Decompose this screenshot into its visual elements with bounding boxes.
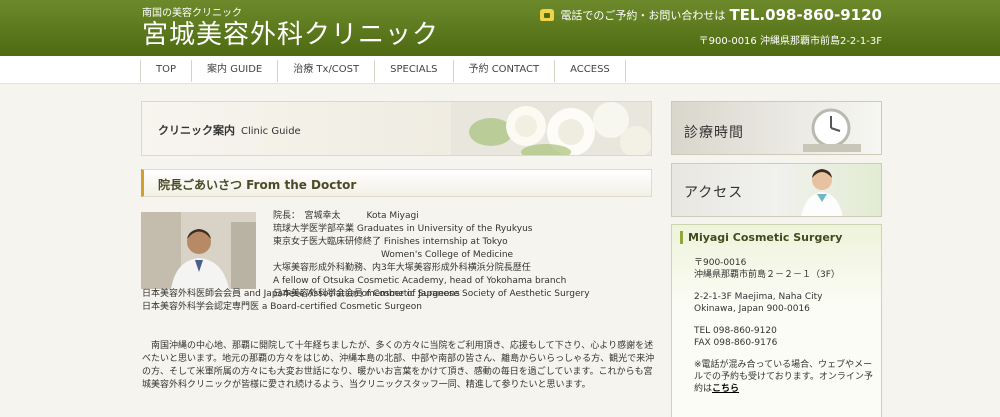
phone-number[interactable]: TEL.098-860-9120 <box>729 6 882 24</box>
clinic-info-title: Miyagi Cosmetic Surgery <box>680 231 842 244</box>
nav-specials[interactable]: SPECIALS <box>374 60 452 82</box>
profile-line: 琉球大学医学部卒業 Graduates in University of the… <box>273 224 533 234</box>
clinic-info-box: Miyagi Cosmetic Surgery 〒900-0016 沖縄県那覇市前… <box>671 224 882 417</box>
access-label: アクセス <box>684 185 744 201</box>
banner-subtitle: Clinic Guide <box>241 126 301 137</box>
info-address-jp: 沖縄県那覇市前島２－２－１（3F） <box>694 270 840 280</box>
nav-contact[interactable]: 予約 CONTACT <box>452 60 555 82</box>
banner-title: クリニック案内 Clinic Guide <box>158 122 301 138</box>
clock-icon <box>803 108 861 152</box>
info-fax: FAX 098-860-9176 <box>694 338 778 348</box>
nav-top[interactable]: TOP <box>140 60 191 82</box>
clinic-guide-banner: クリニック案内 Clinic Guide <box>141 101 652 156</box>
phone-contact: 電話でのご予約・お問い合わせは TEL.098-860-9120 <box>540 6 882 24</box>
access-button[interactable]: アクセス <box>671 163 882 217</box>
doctor-name-jp: 院長： 宮城幸太 <box>273 211 341 221</box>
receptionist-icon <box>801 169 843 216</box>
section-title-bar: 院長ごあいさつ From the Doctor <box>141 169 652 197</box>
section-title: 院長ごあいさつ From the Doctor <box>158 178 357 192</box>
doctor-profile-lower: 日本美容外科医師会会員 and Japanese Association of … <box>142 288 460 314</box>
doctor-portrait-icon <box>141 212 256 289</box>
profile-line: 大塚美容形成外科勤務、内3年大塚美容形成外科横浜分院長歴任 <box>273 263 531 273</box>
flower-image-icon <box>451 102 651 155</box>
hours-label: 診療時間 <box>684 125 744 141</box>
profile-line: 日本美容外科学会認定専門医 a Board-certified Cosmetic… <box>142 302 422 312</box>
doctor-name-en: Kota Miyagi <box>366 211 419 221</box>
doctor-photo <box>141 212 256 289</box>
header-address: 〒900-0016 沖縄県那覇市前島2-2-1-3F <box>698 36 882 47</box>
nav-bar: TOP 案内 GUIDE 治療 Tx/COST SPECIALS 予約 CONT… <box>0 56 1000 84</box>
profile-line: 東京女子医大臨床研修終了 Finishes internship at Toky… <box>273 237 508 247</box>
online-booking-link[interactable]: こちら <box>712 384 739 394</box>
info-address-en-2: Okinawa, Japan 900-0016 <box>694 304 810 314</box>
site-header: 南国の美容クリニック 宮城美容外科クリニック 電話でのご予約・お問い合わせは T… <box>0 0 1000 56</box>
main-nav: TOP 案内 GUIDE 治療 Tx/COST SPECIALS 予約 CONT… <box>140 60 626 82</box>
info-zip: 〒900-0016 <box>694 258 747 268</box>
profile-line: 日本美容外科医師会会員 and Japanese Association of … <box>142 289 460 299</box>
profile-line: A fellow of Otsuka Cosmetic Academy, hea… <box>273 276 567 286</box>
banner-title-jp: クリニック案内 <box>158 124 235 137</box>
nav-guide[interactable]: 案内 GUIDE <box>191 60 277 82</box>
info-address-en-1: 2-2-1-3F Maejima, Naha City <box>694 292 823 302</box>
hours-button[interactable]: 診療時間 <box>671 101 882 155</box>
phone-icon <box>540 9 555 21</box>
profile-name-line: 院長： 宮城幸太 Kota Miyagi <box>273 210 590 223</box>
greeting-text: 南国沖縄の中心地、那覇に開院して十年経ちましたが、多くの方々に当院をご利用頂き、… <box>142 341 655 390</box>
profile-line: Women's College of Medicine <box>273 250 514 260</box>
clinic-info-text: 〒900-0016 沖縄県那覇市前島２－２－１（3F） 2-2-1-3F Maej… <box>694 257 880 405</box>
site-logo[interactable]: 宮城美容外科クリニック <box>142 14 439 51</box>
info-tel: TEL 098-860-9120 <box>694 326 777 336</box>
nav-treatment[interactable]: 治療 Tx/COST <box>277 60 374 82</box>
phone-label: 電話でのご予約・お問い合わせは <box>560 9 726 22</box>
nav-access[interactable]: ACCESS <box>554 60 626 82</box>
